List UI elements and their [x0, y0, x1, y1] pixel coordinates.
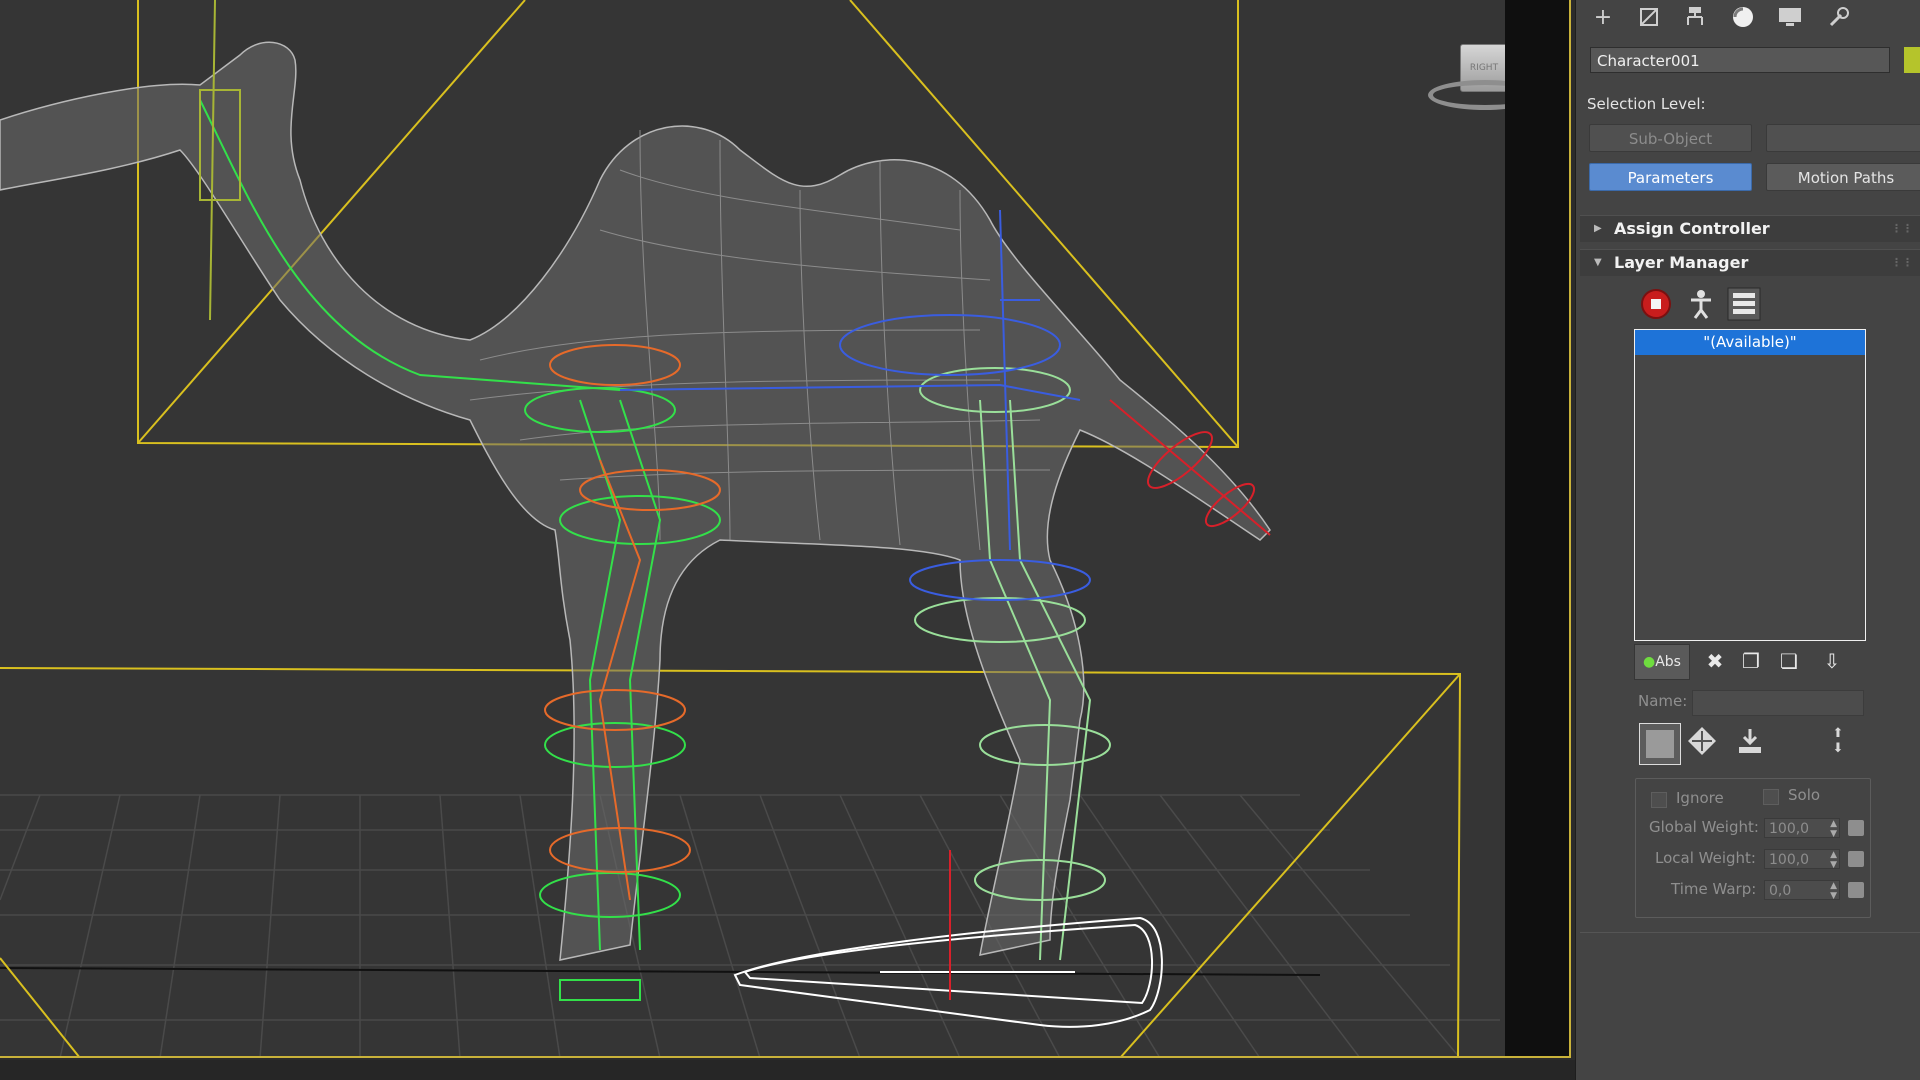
layer-manager-rollout[interactable]: ▼ Layer Manager ⋮⋮	[1580, 249, 1920, 276]
ignore-checkbox[interactable]	[1651, 792, 1667, 808]
local-weight-label: Local Weight:	[1655, 849, 1756, 867]
layer-parameters-group: Ignore Solo Global Weight: 100,0 ▲ ▼ Local…	[1635, 778, 1871, 918]
wrench-icon[interactable]	[1819, 2, 1859, 32]
plus-icon: ●	[1643, 654, 1656, 670]
parameters-button[interactable]: Parameters	[1589, 163, 1752, 191]
grip-icon: ⋮⋮	[1891, 256, 1913, 269]
display-icon[interactable]	[1770, 2, 1810, 32]
rig-tail	[1109, 399, 1271, 536]
abs-layer-button[interactable]: ● Abs	[1634, 644, 1690, 680]
time-warp-spinner[interactable]: 0,0 ▲ ▼	[1764, 880, 1840, 901]
motion-paths-button[interactable]: Motion Paths	[1766, 163, 1920, 191]
copy-layer-icon[interactable]: ❐	[1734, 644, 1768, 678]
layer-list[interactable]: "(Available)"	[1634, 329, 1866, 641]
solo-checkbox[interactable]	[1763, 789, 1779, 805]
spinner-arrows-icon[interactable]: ▲ ▼	[1830, 819, 1837, 839]
record-icon[interactable]	[1638, 286, 1674, 322]
global-weight-key-icon[interactable]	[1848, 820, 1864, 836]
expanded-arrow-icon: ▼	[1594, 257, 1602, 268]
sub-object-dropdown[interactable]	[1766, 124, 1920, 152]
assign-controller-title: Assign Controller	[1614, 219, 1770, 238]
layer-name-field[interactable]	[1692, 690, 1864, 716]
ignore-label: Ignore	[1676, 789, 1724, 807]
local-weight-spinner[interactable]: 100,0 ▲ ▼	[1764, 849, 1840, 870]
object-color-swatch[interactable]	[1904, 47, 1920, 73]
spinner-arrows-icon[interactable]: ▲ ▼	[1830, 850, 1837, 870]
assign-controller-rollout[interactable]: ▶ Assign Controller ⋮⋮	[1580, 215, 1920, 242]
time-warp-key-icon[interactable]	[1848, 882, 1864, 898]
layer-list-icon[interactable]	[1726, 286, 1762, 322]
grip-icon: ⋮⋮	[1891, 222, 1913, 235]
biped-figure-icon[interactable]	[1683, 286, 1719, 322]
collapse-layer-icon[interactable]: ⇩	[1812, 644, 1852, 678]
solo-label: Solo	[1788, 786, 1821, 804]
viewport-side-strip	[1505, 0, 1571, 1058]
viewport-scene[interactable]	[0, 0, 1505, 1058]
motion-icon[interactable]	[1723, 2, 1763, 32]
sub-object-button[interactable]: Sub-Object	[1589, 124, 1752, 152]
layer-order-arrows[interactable]: ⬆ ⬇	[1820, 723, 1856, 759]
arrow-up-icon[interactable]: ⬆	[1833, 726, 1844, 741]
hierarchy-icon[interactable]	[1675, 2, 1715, 32]
paste-layer-icon[interactable]: ❏	[1772, 644, 1806, 678]
ground-grid	[0, 794, 1500, 1058]
spinner-arrows-icon[interactable]: ▲ ▼	[1830, 881, 1837, 901]
plus-icon[interactable]: +	[1583, 2, 1623, 32]
arrow-down-icon[interactable]: ⬇	[1833, 741, 1844, 756]
delete-layer-icon[interactable]: ✖	[1699, 644, 1731, 678]
object-name-field[interactable]: Character001	[1590, 47, 1890, 73]
global-weight-spinner[interactable]: 100,0 ▲ ▼	[1764, 818, 1840, 839]
center-of-mass-helper	[733, 850, 1163, 1028]
selection-level-label: Selection Level:	[1587, 95, 1706, 113]
modify-icon[interactable]	[1629, 2, 1669, 32]
command-panel: + Character001 Selection Level: Sub-Obje…	[1575, 0, 1920, 1080]
layer-manager-title: Layer Manager	[1614, 253, 1749, 272]
layer-item-available[interactable]: "(Available)"	[1635, 330, 1865, 355]
viewcube[interactable]: RIGHT	[1428, 40, 1505, 120]
bottom-bar	[0, 1060, 1575, 1080]
time-warp-label: Time Warp:	[1671, 880, 1757, 898]
layer-active-toggle-icon[interactable]	[1639, 723, 1681, 765]
collapse-down-icon[interactable]	[1732, 723, 1768, 759]
collapsed-arrow-icon: ▶	[1594, 223, 1602, 234]
viewcube-compass-ring[interactable]	[1428, 80, 1505, 110]
local-weight-key-icon[interactable]	[1848, 851, 1864, 867]
perspective-viewport[interactable]: RIGHT	[0, 0, 1505, 1058]
panel-divider	[1580, 932, 1920, 933]
name-label: Name:	[1638, 692, 1688, 710]
snap-layer-icon[interactable]	[1684, 723, 1720, 759]
global-weight-label: Global Weight:	[1649, 818, 1759, 836]
